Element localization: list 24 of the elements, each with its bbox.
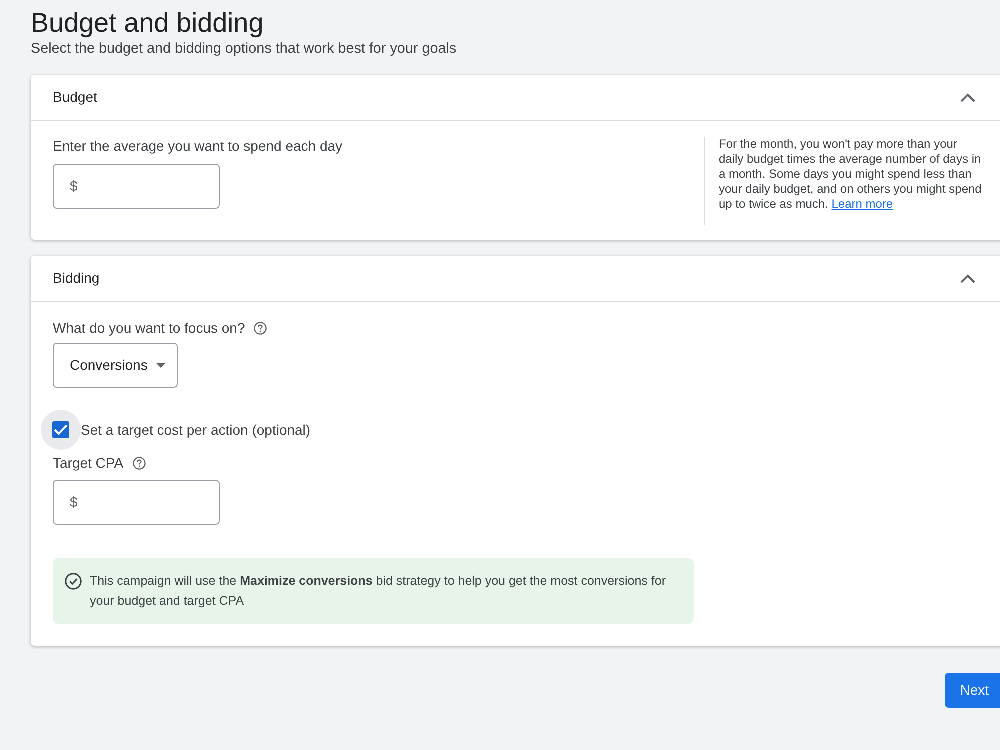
currency-prefix: $ <box>70 493 78 512</box>
page-title: Budget and bidding <box>31 7 265 40</box>
check-circle-icon <box>65 573 82 590</box>
focus-label: What do you want to focus on? <box>53 319 246 337</box>
currency-prefix: $ <box>70 177 78 196</box>
section-title: Budget <box>53 88 98 107</box>
amount-input-field[interactable]: $ <box>53 164 220 209</box>
budget-label: Enter the average you want to spend each day <box>53 137 344 155</box>
learn-more-link[interactable]: Learn more <box>832 197 894 211</box>
target-cpa-label: Target CPA <box>53 454 124 472</box>
strategy-notice-text: This campaign will use the Maximize conversions bid strategy to help you get the most conversions for your budget and target CPA <box>90 573 667 610</box>
focus-dropdown[interactable]: Conversions <box>53 343 178 388</box>
checkbox-checked[interactable] <box>41 410 81 450</box>
chevron-up-icon[interactable] <box>960 92 976 102</box>
help-icon[interactable] <box>254 322 268 334</box>
next-button[interactable]: Next <box>945 673 1000 708</box>
budget-help-text: For the month, you won't pay more than your daily budget times the average number of days in a month. Some days you might spend less than your daily budget, and on others you might spend up to twice as much. Learn more <box>719 137 982 212</box>
section-title: Bidding <box>53 269 100 288</box>
amount-input-field[interactable]: $ <box>53 480 220 525</box>
target-cpa-checkbox-label[interactable]: Set a target cost per action (optional) <box>81 421 311 439</box>
help-icon[interactable] <box>132 456 146 470</box>
chevron-up-icon[interactable] <box>960 274 976 284</box>
page-subtitle: Select the budget and bidding options that work best for your goals <box>31 40 458 58</box>
dropdown-caret-icon <box>156 363 166 368</box>
